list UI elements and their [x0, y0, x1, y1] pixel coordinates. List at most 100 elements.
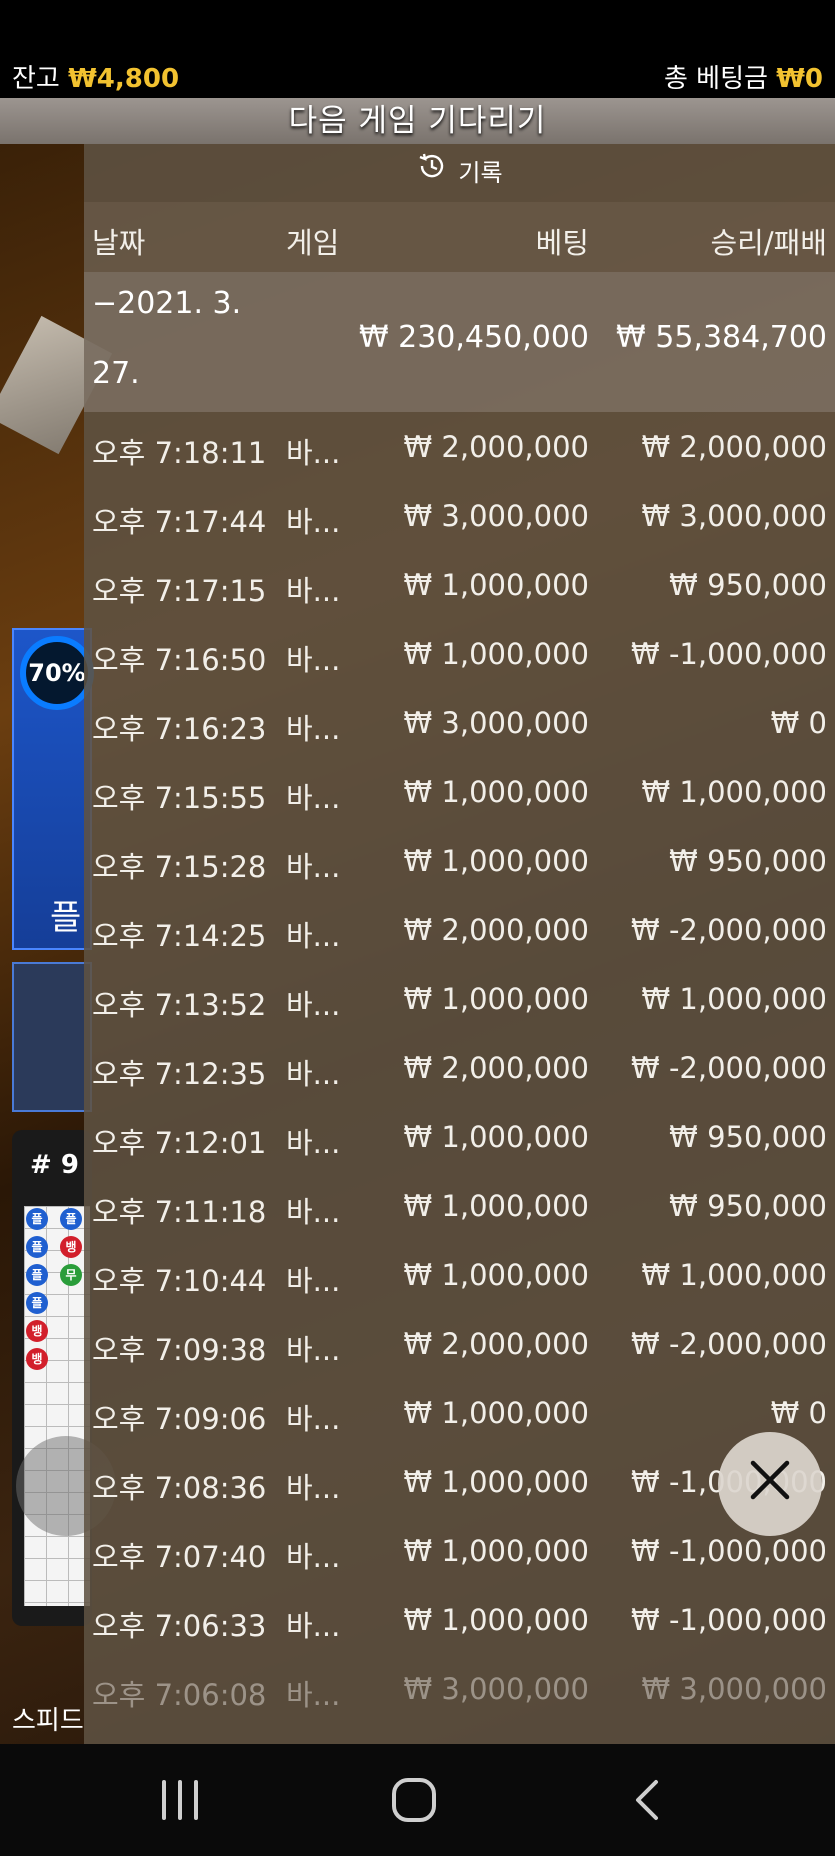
- table-row[interactable]: 오후 7:11:18 바... ₩ 1,000,000 ₩ 950,000: [84, 1171, 835, 1240]
- summary-bet-total: ₩ 230,450,000: [358, 320, 589, 355]
- summary-date-line1: −2021. 3.: [92, 286, 242, 321]
- row-game: 바...: [286, 1678, 341, 1712]
- table-row[interactable]: 오후 7:17:44 바... ₩ 3,000,000 ₩ 3,000,000: [84, 481, 835, 550]
- row-time: 오후 7:06:33: [92, 1609, 267, 1643]
- row-time: 오후 7:18:11: [92, 436, 267, 470]
- row-game: 바...: [286, 1540, 341, 1574]
- row-result: ₩ -2,000,000: [631, 1327, 827, 1361]
- side-bet-area[interactable]: [12, 962, 92, 1112]
- row-time: 오후 7:15:28: [92, 850, 267, 884]
- table-row[interactable]: 오후 7:06:08 바... ₩ 3,000,000 ₩ 3,000,000: [84, 1654, 835, 1723]
- close-icon: [747, 1449, 793, 1517]
- row-game: 바...: [286, 1333, 341, 1367]
- row-bet: ₩ 1,000,000: [403, 1396, 589, 1430]
- table-row[interactable]: 오후 7:15:55 바... ₩ 1,000,000 ₩ 1,000,000: [84, 757, 835, 826]
- system-navigation-bar: [0, 1744, 835, 1856]
- row-bet: ₩ 1,000,000: [403, 844, 589, 878]
- row-result: ₩ 950,000: [669, 844, 827, 878]
- row-result: ₩ 950,000: [669, 1189, 827, 1223]
- row-bet: ₩ 1,000,000: [403, 1258, 589, 1292]
- table-row[interactable]: 오후 7:16:23 바... ₩ 3,000,000 ₩ 0: [84, 688, 835, 757]
- total-bet-display: 총 베팅금 ₩0: [664, 62, 823, 96]
- row-time: 오후 7:13:52: [92, 988, 267, 1022]
- table-row[interactable]: 오후 7:09:06 바... ₩ 1,000,000 ₩ 0: [84, 1378, 835, 1447]
- table-row[interactable]: 오후 7:12:01 바... ₩ 1,000,000 ₩ 950,000: [84, 1102, 835, 1171]
- row-game: 바...: [286, 781, 341, 815]
- row-bet: ₩ 1,000,000: [403, 637, 589, 671]
- row-game: 바...: [286, 1609, 341, 1643]
- row-time: 오후 7:14:25: [92, 919, 267, 953]
- history-title: 기록: [84, 144, 835, 202]
- row-bet: ₩ 1,000,000: [403, 1189, 589, 1223]
- road-mark: 플: [60, 1208, 82, 1230]
- column-header-date: 날짜: [92, 226, 146, 260]
- row-result: ₩ 1,000,000: [641, 982, 827, 1016]
- row-result: ₩ 950,000: [669, 1120, 827, 1154]
- table-row[interactable]: 오후 7:10:44 바... ₩ 1,000,000 ₩ 1,000,000: [84, 1240, 835, 1309]
- summary-date-line2: 27.: [92, 356, 140, 391]
- table-row[interactable]: 오후 7:07:40 바... ₩ 1,000,000 ₩ -1,000,000: [84, 1516, 835, 1585]
- scoreboard-title: # 9: [30, 1150, 79, 1180]
- row-time: 오후 7:15:55: [92, 781, 267, 815]
- row-time: 오후 7:08:36: [92, 1471, 267, 1505]
- table-row[interactable]: 오후 7:09:38 바... ₩ 2,000,000 ₩ -2,000,000: [84, 1309, 835, 1378]
- row-result: ₩ 1,000,000: [641, 775, 827, 809]
- row-game: 바...: [286, 1126, 341, 1160]
- balance-label: 잔고: [12, 64, 60, 94]
- row-time: 오후 7:16:23: [92, 712, 267, 746]
- row-bet: ₩ 1,000,000: [403, 1534, 589, 1568]
- row-result: ₩ 3,000,000: [641, 1672, 827, 1706]
- row-bet: ₩ 1,000,000: [403, 568, 589, 602]
- table-row[interactable]: 오후 7:17:15 바... ₩ 1,000,000 ₩ 950,000: [84, 550, 835, 619]
- row-result: ₩ 3,000,000: [641, 499, 827, 533]
- row-time: 오후 7:17:44: [92, 505, 267, 539]
- row-bet: ₩ 3,000,000: [403, 1672, 589, 1706]
- row-game: 바...: [286, 505, 341, 539]
- row-bet: ₩ 2,000,000: [403, 430, 589, 464]
- summary-result-total: ₩ 55,384,700: [616, 320, 827, 355]
- road-mark: 플: [26, 1236, 48, 1258]
- row-result: ₩ 2,000,000: [641, 430, 827, 464]
- row-time: 오후 7:09:38: [92, 1333, 267, 1367]
- row-result: ₩ -1,000,000: [631, 1603, 827, 1637]
- table-row[interactable]: 오후 7:06:33 바... ₩ 1,000,000 ₩ -1,000,000: [84, 1585, 835, 1654]
- history-table-header: 날짜 게임 베팅 승리/패배: [84, 202, 835, 272]
- row-bet: ₩ 1,000,000: [403, 982, 589, 1016]
- table-row[interactable]: 오후 7:15:28 바... ₩ 1,000,000 ₩ 950,000: [84, 826, 835, 895]
- row-result: ₩ 1,000,000: [641, 1258, 827, 1292]
- clock-history-icon: [416, 145, 448, 203]
- table-name-label: 스피드: [12, 1706, 84, 1736]
- row-game: 바...: [286, 574, 341, 608]
- row-time: 오후 7:16:50: [92, 643, 267, 677]
- road-mark: 무: [60, 1264, 82, 1286]
- close-history-button[interactable]: [718, 1432, 822, 1536]
- road-mark: 플: [26, 1264, 48, 1286]
- table-row[interactable]: 오후 7:18:11 바... ₩ 2,000,000 ₩ 2,000,000: [84, 412, 835, 481]
- table-row[interactable]: 오후 7:16:50 바... ₩ 1,000,000 ₩ -1,000,000: [84, 619, 835, 688]
- balance-display: 잔고 ₩4,800: [12, 62, 179, 96]
- back-button[interactable]: [618, 1770, 678, 1830]
- row-bet: ₩ 1,000,000: [403, 775, 589, 809]
- recent-apps-button[interactable]: [150, 1770, 210, 1830]
- road-mark: 뱅: [26, 1320, 48, 1342]
- row-time: 오후 7:11:18: [92, 1195, 267, 1229]
- home-icon: [392, 1778, 436, 1822]
- recent-apps-icon: [162, 1780, 198, 1820]
- table-row[interactable]: 오후 7:13:52 바... ₩ 1,000,000 ₩ 1,000,000: [84, 964, 835, 1033]
- table-row[interactable]: 오후 7:12:35 바... ₩ 2,000,000 ₩ -2,000,000: [84, 1033, 835, 1102]
- row-game: 바...: [286, 1264, 341, 1298]
- row-time: 오후 7:17:15: [92, 574, 267, 608]
- row-bet: ₩ 3,000,000: [403, 499, 589, 533]
- game-status-banner: 다음 게임 기다리기: [0, 98, 835, 144]
- total-bet-label: 총 베팅금: [664, 64, 768, 94]
- row-game: 바...: [286, 1057, 341, 1091]
- row-bet: ₩ 3,000,000: [403, 706, 589, 740]
- table-row[interactable]: 오후 7:14:25 바... ₩ 2,000,000 ₩ -2,000,000: [84, 895, 835, 964]
- history-day-summary[interactable]: −2021. 3. 27. ₩ 230,450,000 ₩ 55,384,700: [84, 272, 835, 412]
- road-mark: 뱅: [60, 1236, 82, 1258]
- bead-road-grid: 플 플 플 뱅 플 무 플 뱅 뱅: [24, 1206, 90, 1606]
- row-game: 바...: [286, 850, 341, 884]
- row-game: 바...: [286, 919, 341, 953]
- home-button[interactable]: [384, 1770, 444, 1830]
- history-rows: 오후 7:18:11 바... ₩ 2,000,000 ₩ 2,000,000 오후 …: [84, 412, 835, 1723]
